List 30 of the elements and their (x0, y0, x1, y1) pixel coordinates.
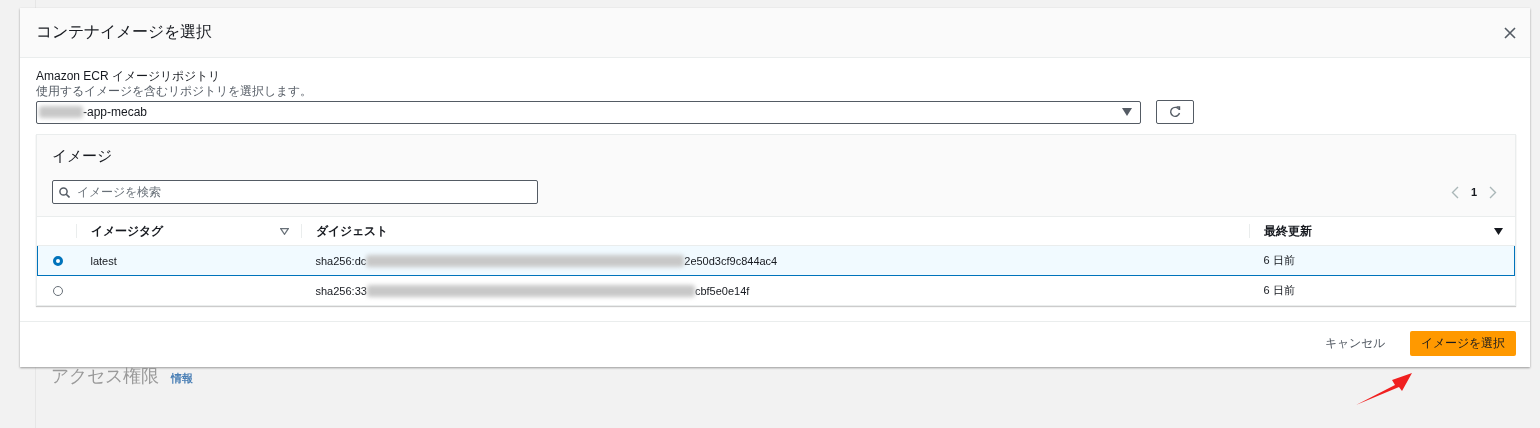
radio-button[interactable] (53, 255, 63, 266)
section-title: アクセス権限 (51, 365, 159, 388)
radio-button[interactable] (52, 285, 63, 296)
page-number[interactable]: 1 (1470, 186, 1477, 198)
cancel-button[interactable]: キャンセル (1321, 331, 1389, 356)
close-icon[interactable] (1504, 26, 1516, 39)
table-cell: sha256:33 (315, 284, 367, 297)
field-label: Amazon ECR イメージリポジトリ (36, 68, 222, 85)
panel-title: イメージ (52, 147, 113, 166)
caret-icon (1122, 108, 1132, 116)
info-link[interactable]: 情報 (171, 371, 193, 386)
redaction-blur (39, 106, 83, 118)
refresh-icon (1169, 106, 1181, 118)
dialog-title: コンテナイメージを選択 (36, 22, 212, 42)
table-cell: 6 日前 (1263, 254, 1295, 266)
field-description: 使用するイメージを含むリポジトリを選択します。 (36, 85, 313, 98)
search-field[interactable]: イメージを検索 (52, 180, 538, 204)
column-header[interactable]: ダイジェスト (315, 224, 388, 238)
column-header[interactable]: 最終更新 (1263, 224, 1312, 238)
table-cell: 6 日前 (1263, 284, 1295, 296)
table-cell: sha256:dc (315, 254, 367, 267)
select-image-button[interactable]: イメージを選択 (1410, 331, 1516, 356)
column-header[interactable]: イメージタグ (90, 224, 163, 238)
table-cell: 2e50d3cf9c844ac4 (684, 254, 778, 267)
table-cell: cbf5e0e14f (694, 284, 750, 297)
refresh-button[interactable] (1156, 100, 1194, 124)
repository-select[interactable]: -app-mecab (36, 100, 1141, 124)
table-cell: latest (90, 254, 117, 267)
search-icon (59, 187, 70, 198)
sort-icon[interactable] (1493, 227, 1503, 235)
